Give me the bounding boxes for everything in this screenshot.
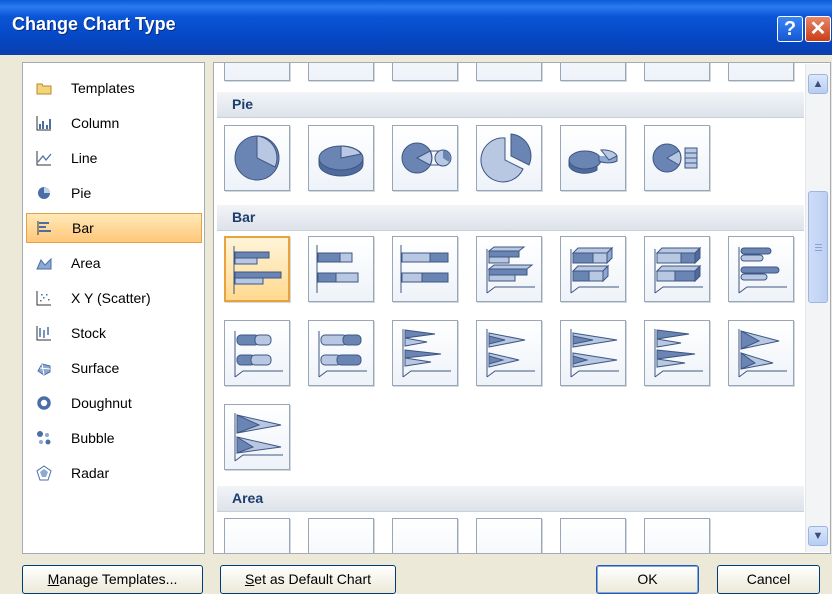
exploded-pie-3d-tile[interactable] bbox=[560, 125, 626, 191]
3d-clustered-bar-tile[interactable] bbox=[476, 236, 542, 302]
close-button[interactable]: ✕ bbox=[805, 16, 831, 42]
section-header-bar: Bar bbox=[217, 205, 804, 231]
chart-tile-partial[interactable] bbox=[308, 63, 374, 81]
section-title: Bar bbox=[232, 209, 256, 225]
category-radar[interactable]: Radar bbox=[26, 458, 202, 488]
stacked-cylinder-bar-tile[interactable] bbox=[224, 320, 290, 386]
category-label: Radar bbox=[71, 465, 110, 481]
surface-chart-icon bbox=[36, 360, 52, 376]
category-label: Templates bbox=[71, 80, 135, 96]
bubble-chart-icon bbox=[36, 430, 52, 446]
100-stacked-bar-tile[interactable] bbox=[392, 236, 458, 302]
stacked-cone-bar-tile[interactable] bbox=[476, 320, 542, 386]
chart-category-list: Templates Column Line Pie Bar Area X Y (… bbox=[22, 62, 205, 554]
category-label: Line bbox=[71, 150, 98, 166]
3d-area-tile[interactable] bbox=[476, 518, 542, 553]
category-label: X Y (Scatter) bbox=[71, 290, 151, 306]
bar-of-pie-tile[interactable] bbox=[644, 125, 710, 191]
category-pie[interactable]: Pie bbox=[26, 178, 202, 208]
grip-line bbox=[815, 244, 822, 245]
stacked-pyramid-bar-tile[interactable] bbox=[728, 320, 794, 386]
title-bar: Change Chart Type ? ✕ bbox=[0, 0, 832, 55]
category-label: Doughnut bbox=[71, 395, 132, 411]
category-doughnut[interactable]: Doughnut bbox=[26, 388, 202, 418]
pie-chart-tile[interactable] bbox=[224, 125, 290, 191]
category-scatter[interactable]: X Y (Scatter) bbox=[26, 283, 202, 313]
section-title: Area bbox=[232, 490, 264, 506]
clustered-cone-bar-tile[interactable] bbox=[392, 320, 458, 386]
section-title: Pie bbox=[232, 96, 254, 112]
scatter-chart-icon bbox=[36, 290, 52, 306]
stock-chart-icon bbox=[36, 325, 52, 341]
3d-stacked-bar-tile[interactable] bbox=[560, 236, 626, 302]
category-stock[interactable]: Stock bbox=[26, 318, 202, 348]
category-area[interactable]: Area bbox=[26, 248, 202, 278]
folder-icon bbox=[36, 80, 52, 96]
line-chart-icon bbox=[36, 150, 52, 166]
area-chart-tile[interactable] bbox=[224, 518, 290, 553]
pie-3d-tile[interactable] bbox=[308, 125, 374, 191]
pie-of-pie-tile[interactable] bbox=[392, 125, 458, 191]
stacked-bar-tile[interactable] bbox=[308, 236, 374, 302]
category-bar[interactable]: Bar bbox=[26, 213, 202, 243]
doughnut-chart-icon bbox=[36, 395, 52, 411]
window-title: Change Chart Type bbox=[12, 14, 176, 34]
category-column[interactable]: Column bbox=[26, 108, 202, 138]
3d-stacked-area-tile[interactable] bbox=[560, 518, 626, 553]
chart-subtype-gallery: Pie Bar Area ▲ ▼ bbox=[213, 62, 831, 554]
pie-chart-icon bbox=[36, 185, 52, 201]
clustered-pyramid-bar-tile[interactable] bbox=[644, 320, 710, 386]
vertical-scrollbar[interactable]: ▲ ▼ bbox=[805, 64, 830, 552]
category-line[interactable]: Line bbox=[26, 143, 202, 173]
category-label: Stock bbox=[71, 325, 107, 341]
scroll-thumb[interactable] bbox=[808, 191, 828, 303]
column-chart-icon bbox=[36, 115, 52, 131]
scroll-down-button[interactable]: ▼ bbox=[808, 526, 828, 546]
clustered-cylinder-bar-tile[interactable] bbox=[728, 236, 794, 302]
scroll-up-button[interactable]: ▲ bbox=[808, 74, 828, 94]
radar-chart-icon bbox=[36, 465, 52, 481]
category-label: Area bbox=[71, 255, 101, 271]
100-stacked-pyramid-bar-tile[interactable] bbox=[224, 404, 290, 470]
grip-line bbox=[815, 250, 822, 251]
area-chart-icon bbox=[36, 255, 52, 271]
bar-chart-icon bbox=[37, 220, 53, 236]
category-bubble[interactable]: Bubble bbox=[26, 423, 202, 453]
category-label: Bar bbox=[72, 220, 94, 236]
3d-100-stacked-bar-tile[interactable] bbox=[644, 236, 710, 302]
chart-tile-partial[interactable] bbox=[224, 63, 290, 81]
chart-tile-partial[interactable] bbox=[728, 63, 794, 81]
clustered-bar-tile[interactable] bbox=[224, 236, 290, 302]
category-surface[interactable]: Surface bbox=[26, 353, 202, 383]
help-button[interactable]: ? bbox=[777, 16, 803, 42]
category-label: Bubble bbox=[71, 430, 115, 446]
section-header-area: Area bbox=[217, 486, 804, 512]
100-stacked-cone-bar-tile[interactable] bbox=[560, 320, 626, 386]
category-templates[interactable]: Templates bbox=[26, 73, 202, 103]
chart-tile-partial[interactable] bbox=[392, 63, 458, 81]
category-label: Column bbox=[71, 115, 120, 131]
section-header-pie: Pie bbox=[217, 92, 804, 118]
category-label: Pie bbox=[71, 185, 92, 201]
chart-tile-partial[interactable] bbox=[644, 63, 710, 81]
3d-100-stacked-area-tile[interactable] bbox=[644, 518, 710, 553]
stacked-area-tile[interactable] bbox=[308, 518, 374, 553]
grip-line bbox=[815, 247, 822, 248]
100-stacked-area-tile[interactable] bbox=[392, 518, 458, 553]
exploded-pie-tile[interactable] bbox=[476, 125, 542, 191]
chart-tile-partial[interactable] bbox=[476, 63, 542, 81]
chart-tile-partial[interactable] bbox=[560, 63, 626, 81]
category-label: Surface bbox=[71, 360, 120, 376]
100-stacked-cylinder-bar-tile[interactable] bbox=[308, 320, 374, 386]
